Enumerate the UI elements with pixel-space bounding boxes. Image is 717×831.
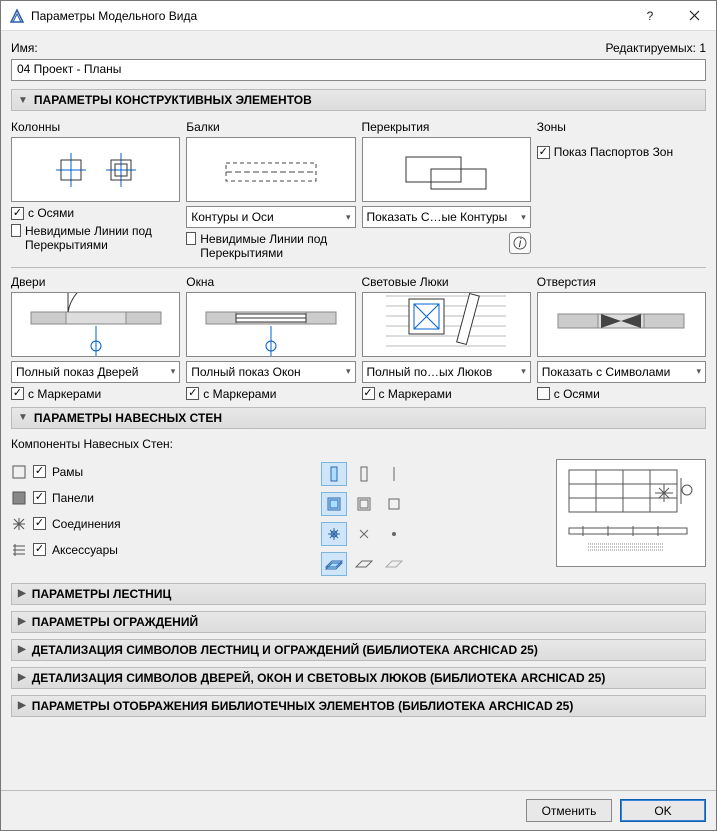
- titlebar: Параметры Модельного Вида ?: [1, 1, 716, 31]
- panels-checkbox[interactable]: [33, 491, 46, 504]
- windows-select[interactable]: Полный показ Окон▾: [186, 361, 355, 383]
- accessory-display-2[interactable]: [351, 552, 377, 576]
- slabs-select[interactable]: Показать С…ые Контуры▾: [362, 206, 531, 228]
- chevron-right-icon: ▶: [18, 644, 26, 655]
- windows-markers-checkbox[interactable]: [186, 387, 199, 400]
- app-logo-icon: [9, 8, 25, 24]
- beams-preview: [186, 137, 355, 202]
- frames-checkbox[interactable]: [33, 465, 46, 478]
- chevron-down-icon: ▼: [18, 412, 28, 423]
- joint-display-1[interactable]: [321, 522, 347, 546]
- section-detail-doors-header[interactable]: ▶ДЕТАЛИЗАЦИЯ СИМВОЛОВ ДВЕРЕЙ, ОКОН И СВЕ…: [11, 667, 706, 689]
- zones-checkbox[interactable]: [537, 146, 550, 159]
- curtain-preview: [556, 459, 706, 567]
- section-detail-stairs-header[interactable]: ▶ДЕТАЛИЗАЦИЯ СИМВОЛОВ ЛЕСТНИЦ И ОГРАЖДЕН…: [11, 639, 706, 661]
- columns-label: Колонны: [11, 120, 180, 134]
- windows-preview: [186, 292, 355, 357]
- openings-label: Отверстия: [537, 275, 706, 289]
- frame-display-1[interactable]: [321, 462, 347, 486]
- accessory-display-3[interactable]: [381, 552, 407, 576]
- accessory-display-1[interactable]: [321, 552, 347, 576]
- windows-label: Окна: [186, 275, 355, 289]
- chevron-right-icon: ▶: [18, 588, 26, 599]
- openings-axes-checkbox[interactable]: [537, 387, 550, 400]
- skylights-select[interactable]: Полный по…ых Люков▾: [362, 361, 531, 383]
- section-construction-header[interactable]: ▼ ПАРАМЕТРЫ КОНСТРУКТИВНЫХ ЭЛЕМЕНТОВ: [11, 89, 706, 111]
- accessories-checkbox[interactable]: [33, 543, 46, 556]
- doors-markers-checkbox[interactable]: [11, 387, 24, 400]
- slabs-preview: [362, 137, 531, 202]
- skylights-markers-checkbox[interactable]: [362, 387, 375, 400]
- joint-display-3[interactable]: [381, 522, 407, 546]
- section-stairs-header[interactable]: ▶ПАРАМЕТРЫ ЛЕСТНИЦ: [11, 583, 706, 605]
- joints-icon: [11, 516, 27, 532]
- beams-label: Балки: [186, 120, 355, 134]
- editable-count: Редактируемых: 1: [606, 41, 706, 55]
- panel-display-3[interactable]: [381, 492, 407, 516]
- help-button[interactable]: ?: [628, 1, 672, 31]
- skylights-label: Световые Люки: [362, 275, 531, 289]
- close-button[interactable]: [672, 1, 716, 31]
- name-input[interactable]: 04 Проект - Планы: [11, 59, 706, 81]
- curtain-components-label: Компоненты Навесных Стен:: [11, 437, 706, 451]
- chevron-right-icon: ▶: [18, 616, 26, 627]
- chevron-down-icon: ▼: [18, 95, 28, 106]
- openings-preview: [537, 292, 706, 357]
- columns-preview: [11, 137, 180, 202]
- doors-select[interactable]: Полный показ Дверей▾: [11, 361, 180, 383]
- doors-label: Двери: [11, 275, 180, 289]
- chevron-right-icon: ▶: [18, 672, 26, 683]
- window-title: Параметры Модельного Вида: [31, 9, 628, 23]
- panels-icon: [11, 490, 27, 506]
- chevron-right-icon: ▶: [18, 700, 26, 711]
- frames-icon: [11, 464, 27, 480]
- accessories-icon: [11, 542, 27, 558]
- panel-display-2[interactable]: [351, 492, 377, 516]
- doors-preview: [11, 292, 180, 357]
- columns-axes-checkbox[interactable]: [11, 207, 24, 220]
- ok-button[interactable]: OK: [620, 799, 706, 822]
- beams-hidden-checkbox[interactable]: [186, 232, 196, 245]
- panel-display-1[interactable]: [321, 492, 347, 516]
- joint-display-2[interactable]: [351, 522, 377, 546]
- section-railings-header[interactable]: ▶ПАРАМЕТРЫ ОГРАЖДЕНИЙ: [11, 611, 706, 633]
- slabs-label: Перекрытия: [362, 120, 531, 134]
- openings-select[interactable]: Показать с Символами▾: [537, 361, 706, 383]
- columns-hidden-checkbox[interactable]: [11, 224, 21, 237]
- skylights-preview: [362, 292, 531, 357]
- zones-label: Зоны: [537, 120, 706, 134]
- frame-display-3[interactable]: [381, 462, 407, 486]
- svg-text:i: i: [518, 236, 521, 250]
- beams-select[interactable]: Контуры и Оси▾: [186, 206, 355, 228]
- section-library-header[interactable]: ▶ПАРАМЕТРЫ ОТОБРАЖЕНИЯ БИБЛИОТЕЧНЫХ ЭЛЕМ…: [11, 695, 706, 717]
- cancel-button[interactable]: Отменить: [526, 799, 612, 822]
- name-label: Имя:: [11, 41, 38, 55]
- slabs-info-button[interactable]: i: [509, 232, 531, 254]
- joints-checkbox[interactable]: [33, 517, 46, 530]
- frame-display-2[interactable]: [351, 462, 377, 486]
- section-curtain-header[interactable]: ▼ ПАРАМЕТРЫ НАВЕСНЫХ СТЕН: [11, 407, 706, 429]
